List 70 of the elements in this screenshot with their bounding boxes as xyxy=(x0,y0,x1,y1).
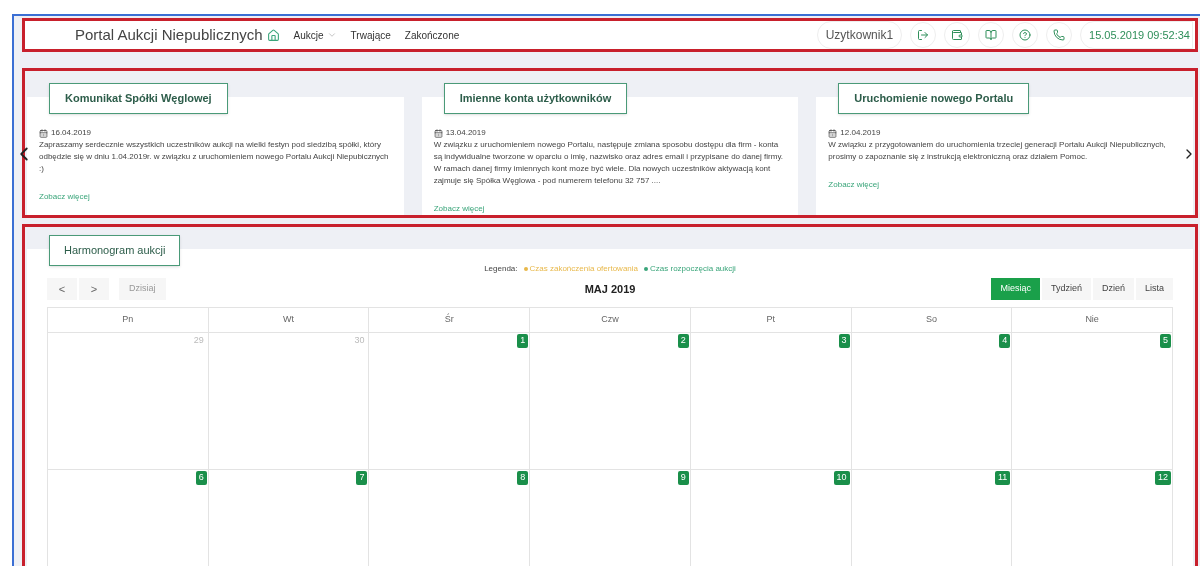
news-text: W związku z uruchomieniem nowego Portalu, następuje zmiana sposobu dostępu dla firm - konta są indywidualne tworzone w oparciu o imię, nazwisko oraz adres email i przypisane do danej firmy. W ramach danej firmy imiennych kont moze być wiele. Dla nowych uczestników aktywacją kont zajmuje się Spółka Węglowa - pod numerem telefonu 32 757 .... xyxy=(433,139,785,187)
day-cell[interactable]: 12 xyxy=(1012,470,1173,566)
news-date: 13.04.2019 xyxy=(445,127,486,139)
calendar-icon xyxy=(39,128,48,138)
day-cell[interactable]: 11 xyxy=(851,470,1013,566)
nav-link[interactable]: Trwające xyxy=(350,27,391,43)
day-cell[interactable]: 2 xyxy=(530,333,691,470)
weekday-header: Nie xyxy=(1012,308,1173,333)
book-icon xyxy=(985,29,998,41)
day-cell[interactable]: 10 xyxy=(690,470,852,566)
view-tab[interactable]: Miesiąc xyxy=(991,278,1040,300)
day-cell[interactable]: 7 xyxy=(208,470,370,566)
help-icon xyxy=(1019,29,1032,41)
legend-text: Czas zakończenia ofertowania xyxy=(529,263,639,275)
news-title: Uruchomienie nowego Portalu xyxy=(838,83,1030,114)
phone-icon xyxy=(1053,29,1066,41)
view-tab[interactable]: Tydzień xyxy=(1041,278,1091,300)
day-cell[interactable]: 6 xyxy=(48,470,209,566)
weekday-header: Wt xyxy=(208,308,370,333)
home-icon[interactable] xyxy=(266,28,280,42)
day-cell[interactable]: 8 xyxy=(369,470,531,566)
day-number: 9 xyxy=(677,471,689,485)
view-tab[interactable]: Lista xyxy=(1136,278,1173,300)
day-number: 5 xyxy=(1159,334,1171,348)
nav-link[interactable]: Aukcje xyxy=(293,27,337,43)
day-number: 10 xyxy=(833,471,850,485)
weekday-header: Pt xyxy=(690,308,852,333)
day-number: 1 xyxy=(517,334,529,348)
day-number: 30 xyxy=(353,334,366,347)
day-cell[interactable]: 1 xyxy=(369,333,531,470)
news-text: Zapraszamy serdecznie wszystkich uczestników aukcji na wielki festyn pod siedzibą spółki, który odbędzie się w dniu 1.04.2019r. w związku z uruchomieniem nowego Portalu Aukcji Niepubicznych :) xyxy=(39,139,390,175)
day-number: 2 xyxy=(677,334,689,348)
day-cell[interactable]: 4 xyxy=(851,333,1013,470)
news-date: 16.04.2019 xyxy=(51,127,92,139)
day-number: 6 xyxy=(195,471,207,485)
day-number: 3 xyxy=(838,334,850,348)
weekday-header: Pn xyxy=(48,308,209,333)
see-more-link[interactable]: Zobacz więcej xyxy=(433,203,787,215)
day-number: 11 xyxy=(994,471,1011,485)
calendar-icon xyxy=(828,128,838,138)
month-label: MAJ 2019 xyxy=(584,281,636,297)
next-button[interactable]: > xyxy=(79,278,109,300)
nav-link[interactable]: Zakończone xyxy=(404,27,460,43)
day-cell[interactable]: 5 xyxy=(1012,333,1173,470)
legend-text: Czas rozpoczęcia aukcji xyxy=(650,263,736,275)
chevron-down-icon xyxy=(326,30,337,40)
news-date: 12.04.2019 xyxy=(840,127,881,139)
see-more-link[interactable]: Zobacz więcej xyxy=(39,191,392,203)
weekday-header: Śr xyxy=(369,308,531,333)
calendar-icon xyxy=(433,128,443,138)
day-number: 7 xyxy=(356,471,368,485)
calendar-title: Harmonogram aukcji xyxy=(49,235,181,266)
previous-button[interactable]: < xyxy=(47,278,77,300)
day-number: 4 xyxy=(999,334,1011,348)
day-cell[interactable]: 9 xyxy=(530,470,691,566)
news-text: W związku z przygotowaniem do uruchomienia trzeciej generacji Portalu Aukcji Niepublicznych, prosimy o zapoznanie się z instrukcją elektroniczną oraz działem Pomoc. xyxy=(828,139,1167,163)
day-number: 29 xyxy=(192,334,205,347)
day-cell[interactable]: 3 xyxy=(690,333,852,470)
portal-title: Portal Aukcji Niepublicznych xyxy=(75,24,263,45)
news-title: Imienne konta użytkowników xyxy=(443,83,628,114)
day-number: 8 xyxy=(517,471,529,485)
weekday-header: Czw xyxy=(530,308,691,333)
legend-label: Legenda: xyxy=(484,263,518,275)
weekday-header: So xyxy=(851,308,1013,333)
day-number: 12 xyxy=(1154,471,1171,485)
wallet-icon xyxy=(951,29,964,41)
logout-icon xyxy=(917,29,930,41)
news-title: Komunikat Spółki Węglowej xyxy=(49,83,228,114)
view-tab[interactable]: Dzień xyxy=(1093,278,1134,300)
see-more-link[interactable]: Zobacz więcej xyxy=(828,179,1181,191)
